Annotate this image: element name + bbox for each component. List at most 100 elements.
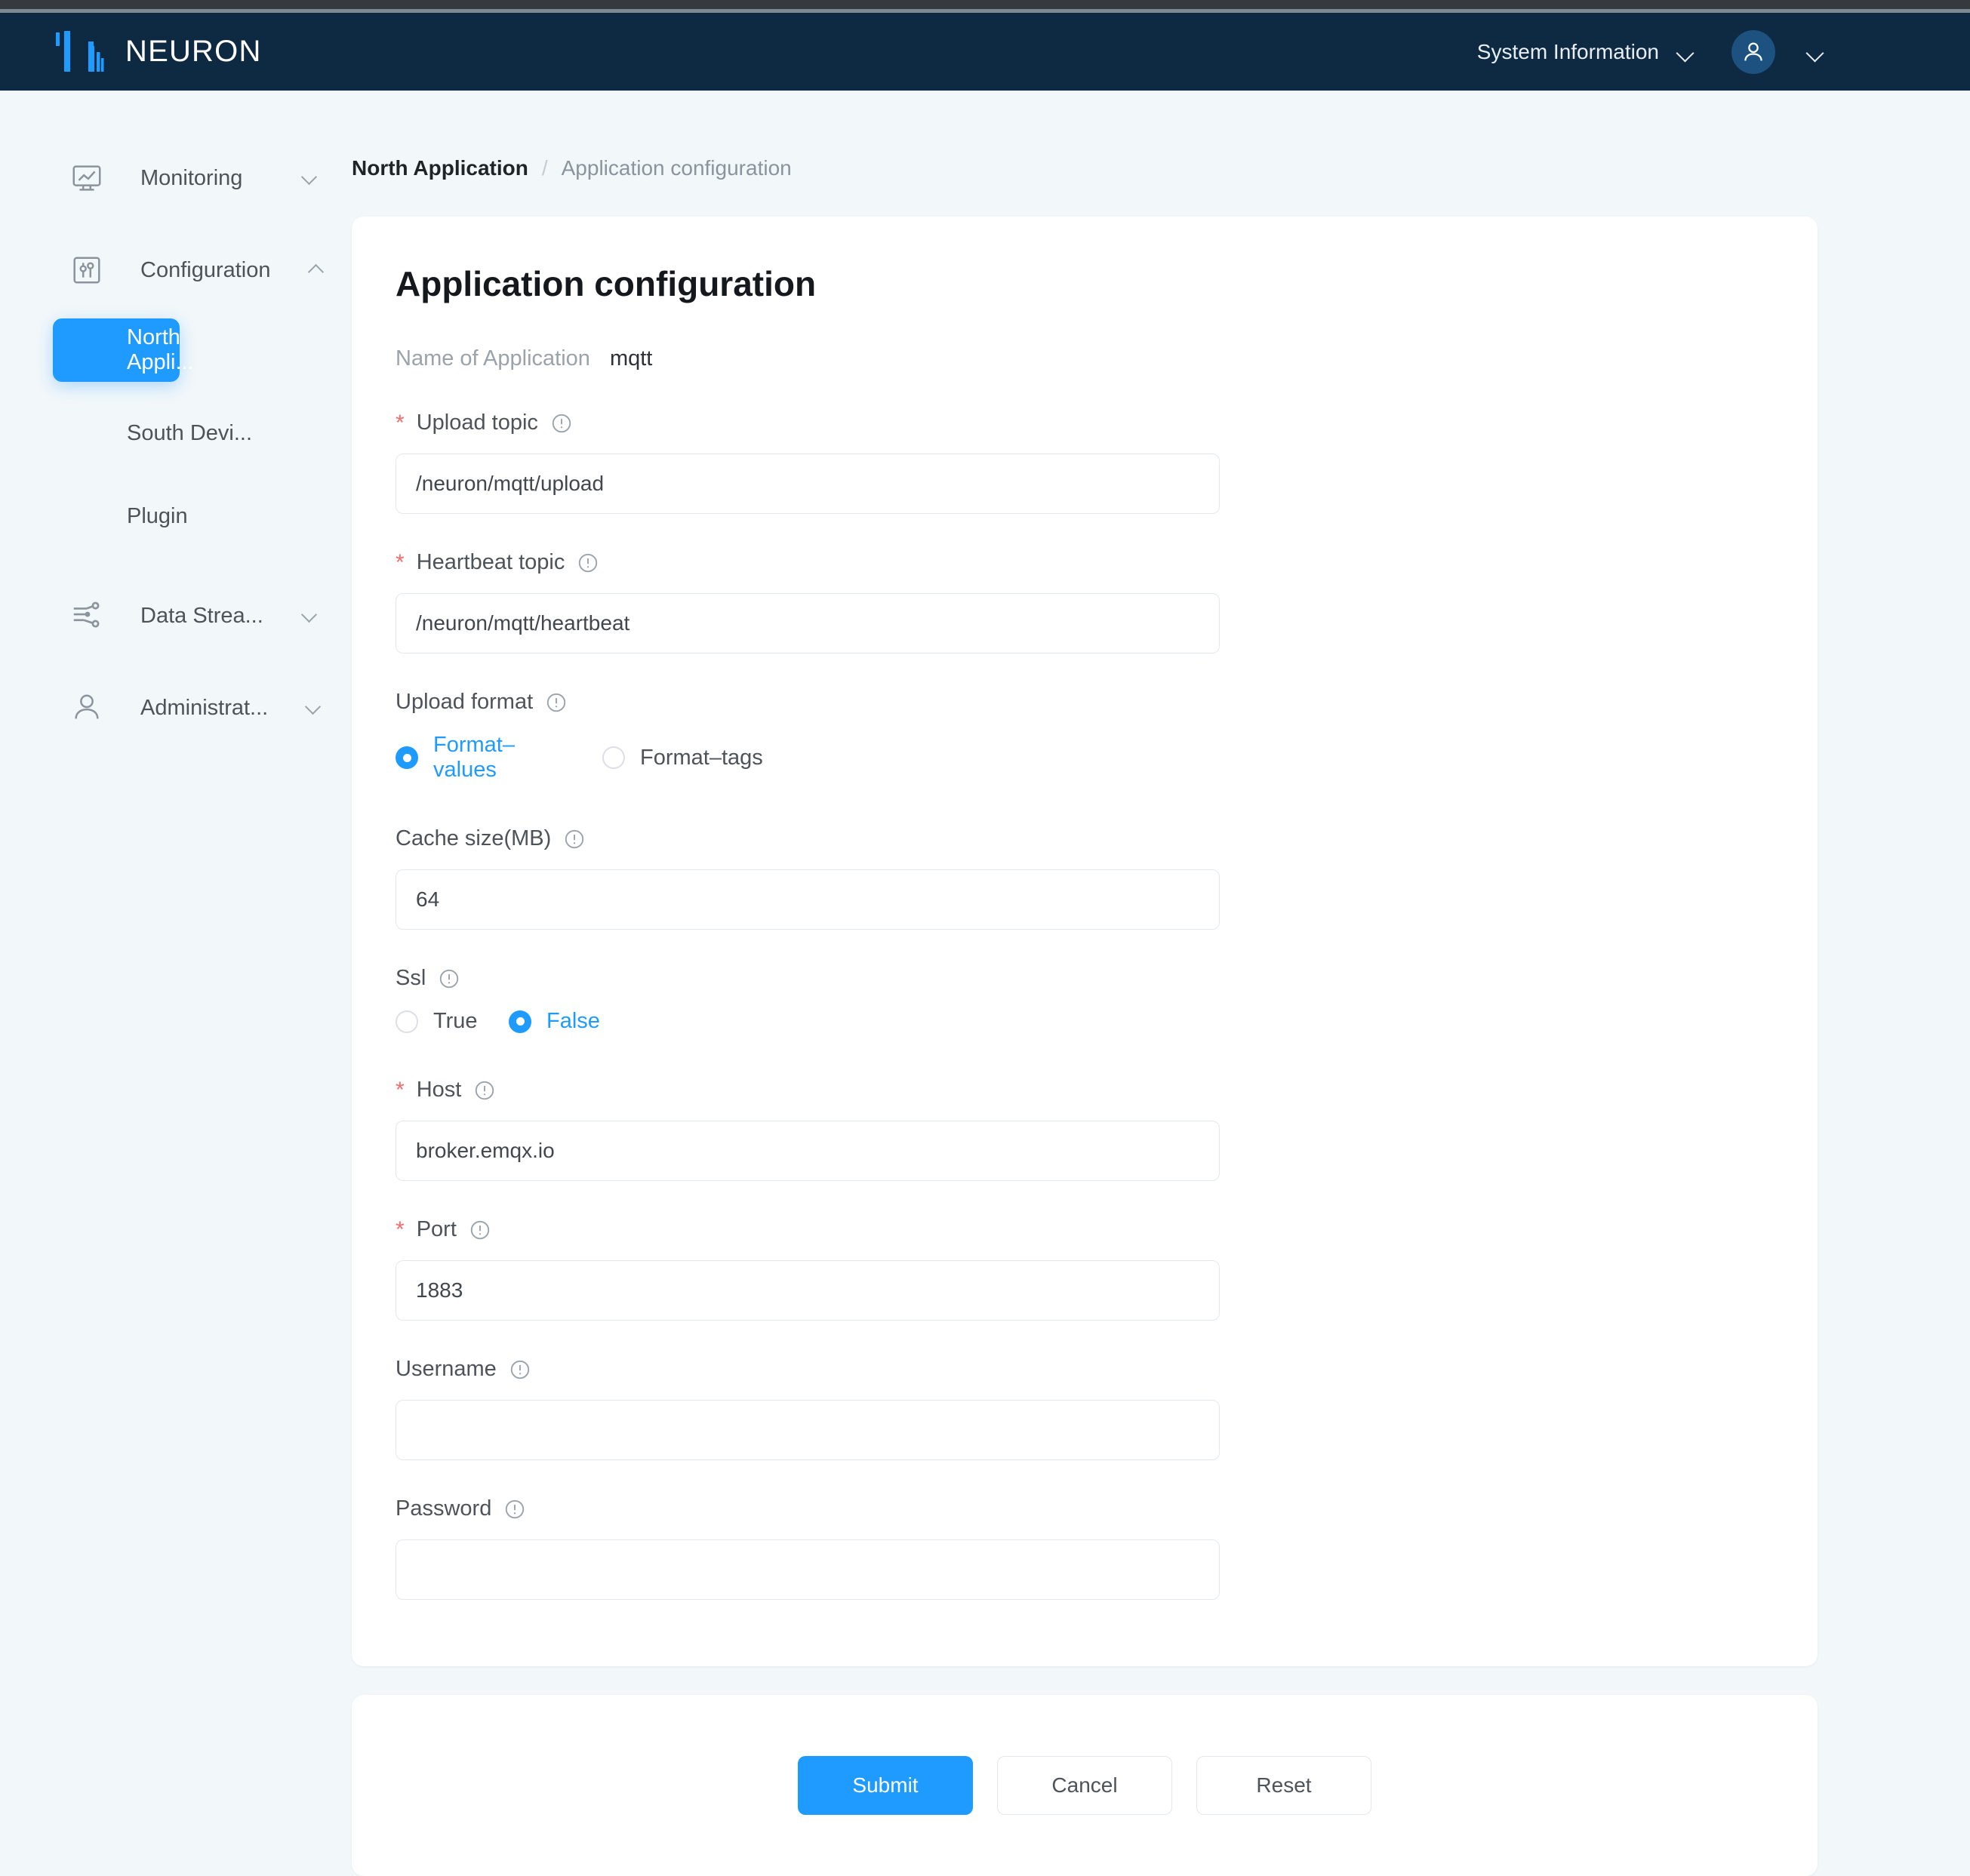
sidebar-subitem-label: South Devi... (127, 420, 253, 445)
sidebar-subitem-label: Plugin (127, 503, 188, 528)
host-input[interactable]: broker.emqx.io (396, 1121, 1220, 1181)
field-label: * Host (396, 1078, 1818, 1103)
breadcrumb: North Application / Application configur… (352, 91, 1970, 180)
upload-topic-input[interactable]: /neuron/mqtt/upload (396, 454, 1220, 514)
username-input[interactable] (396, 1400, 1220, 1460)
user-menu-chevron-down-icon[interactable] (1805, 42, 1825, 62)
required-marker: * (396, 410, 405, 435)
upload-format-radio-group: Format–values Format–tags (352, 733, 1818, 783)
system-information-menu[interactable]: System Information (1477, 40, 1695, 64)
radio-ssl-false[interactable]: False (509, 1009, 600, 1034)
info-icon[interactable] (503, 1498, 526, 1521)
sidebar-item-south-devices[interactable]: South Devi... (0, 401, 352, 465)
info-icon[interactable] (438, 967, 460, 990)
label-text: Port (416, 1217, 457, 1241)
field-label: * Upload topic (396, 411, 1818, 435)
sliders-icon (69, 253, 104, 288)
sidebar-item-data-stream[interactable]: Data Strea... (0, 581, 352, 650)
info-icon[interactable] (577, 552, 599, 574)
sidebar-item-plugin[interactable]: Plugin (0, 484, 352, 548)
form-actions-bar: Submit Cancel Reset (352, 1695, 1818, 1876)
required-marker: * (396, 549, 405, 575)
sidebar-item-label: Monitoring (140, 165, 243, 190)
brand-name: NEURON (125, 35, 262, 68)
monitor-chart-icon (69, 161, 104, 195)
chevron-down-icon (1676, 42, 1695, 62)
field-label: Password (396, 1496, 1818, 1521)
field-upload-format: Upload format (352, 690, 1818, 715)
required-marker: * (396, 1077, 405, 1103)
sidebar-subitem-label: North Appli... (127, 325, 194, 374)
os-title-strip (0, 0, 1970, 9)
submit-button[interactable]: Submit (798, 1756, 973, 1815)
field-port: * Port 1883 (352, 1217, 1818, 1321)
field-cache-size: Cache size(MB) 64 (352, 826, 1818, 930)
radio-format-tags[interactable]: Format–tags (602, 746, 763, 770)
info-icon[interactable] (509, 1358, 531, 1381)
sidebar-item-label: Data Strea... (140, 603, 263, 628)
port-input[interactable]: 1883 (396, 1260, 1220, 1321)
required-marker: * (396, 1216, 405, 1242)
cache-size-input[interactable]: 64 (396, 869, 1220, 930)
field-label: Upload format (396, 690, 1818, 715)
label-text: Ssl (396, 966, 426, 990)
breadcrumb-parent[interactable]: North Application (352, 156, 528, 180)
main-content: North Application / Application configur… (352, 91, 1970, 1876)
sidebar-item-administration[interactable]: Administrat... (0, 673, 352, 743)
page-title: Application configuration (396, 264, 817, 303)
app-header: NEURON System Information (0, 13, 1970, 91)
avatar[interactable] (1731, 29, 1775, 74)
radio-indicator (396, 1010, 418, 1033)
field-host: * Host broker.emqx.io (352, 1078, 1818, 1181)
brand[interactable]: NEURON (0, 29, 262, 75)
label-text: Heartbeat topic (416, 550, 565, 574)
sidebar-item-label: Configuration (140, 257, 271, 282)
radio-format-values[interactable]: Format–values (396, 733, 562, 783)
label-text: Upload topic (416, 411, 538, 435)
radio-label: Format–tags (640, 745, 763, 770)
data-stream-icon (69, 598, 104, 633)
application-name-value: mqtt (609, 346, 653, 371)
reset-button[interactable]: Reset (1196, 1756, 1371, 1815)
sidebar-item-label: Administrat... (140, 695, 269, 720)
field-password: Password (352, 1496, 1818, 1600)
label-text: Password (396, 1496, 492, 1521)
field-heartbeat-topic: * Heartbeat topic /neuron/mqtt/heartbeat (352, 550, 1818, 654)
radio-indicator (509, 1010, 531, 1033)
label-text: Cache size(MB) (396, 826, 552, 850)
breadcrumb-current: Application configuration (561, 156, 792, 180)
sidebar-item-north-application[interactable]: North Appli... (53, 318, 194, 382)
info-icon[interactable] (563, 828, 586, 850)
ssl-radio-group: True False (352, 1009, 1818, 1034)
label-text: Host (416, 1078, 462, 1102)
application-name-label: Name of Application (396, 346, 590, 371)
user-icon (69, 690, 104, 725)
field-label: Username (396, 1357, 1818, 1382)
field-label: * Port (396, 1217, 1818, 1242)
info-icon[interactable] (550, 412, 573, 435)
heartbeat-topic-input[interactable]: /neuron/mqtt/heartbeat (396, 593, 1220, 654)
radio-label: Format–values (433, 733, 515, 782)
cancel-button[interactable]: Cancel (997, 1756, 1172, 1815)
sidebar-item-monitoring[interactable]: Monitoring (0, 143, 352, 213)
label-text: Username (396, 1357, 497, 1381)
radio-label: True (433, 1009, 478, 1033)
sidebar: Monitoring Configuration North Appli... … (0, 91, 352, 1856)
chevron-down-icon (300, 604, 320, 628)
field-label: Ssl (396, 966, 1818, 991)
field-label: * Heartbeat topic (396, 550, 1818, 575)
info-icon[interactable] (473, 1079, 496, 1102)
label-text: Upload format (396, 690, 534, 714)
application-name-row: Name of Application mqtt (352, 346, 1818, 371)
sidebar-item-configuration[interactable]: Configuration (0, 235, 352, 305)
radio-indicator (602, 746, 625, 769)
field-upload-topic: * Upload topic /neuron/mqtt/upload (352, 411, 1818, 514)
radio-ssl-true[interactable]: True (396, 1009, 509, 1034)
application-configuration-card: Application configuration Name of Applic… (352, 217, 1818, 1666)
password-input[interactable] (396, 1539, 1220, 1600)
chevron-down-icon (300, 167, 320, 190)
radio-indicator (396, 746, 418, 769)
breadcrumb-separator: / (541, 156, 548, 180)
info-icon[interactable] (545, 691, 568, 714)
info-icon[interactable] (469, 1219, 491, 1241)
